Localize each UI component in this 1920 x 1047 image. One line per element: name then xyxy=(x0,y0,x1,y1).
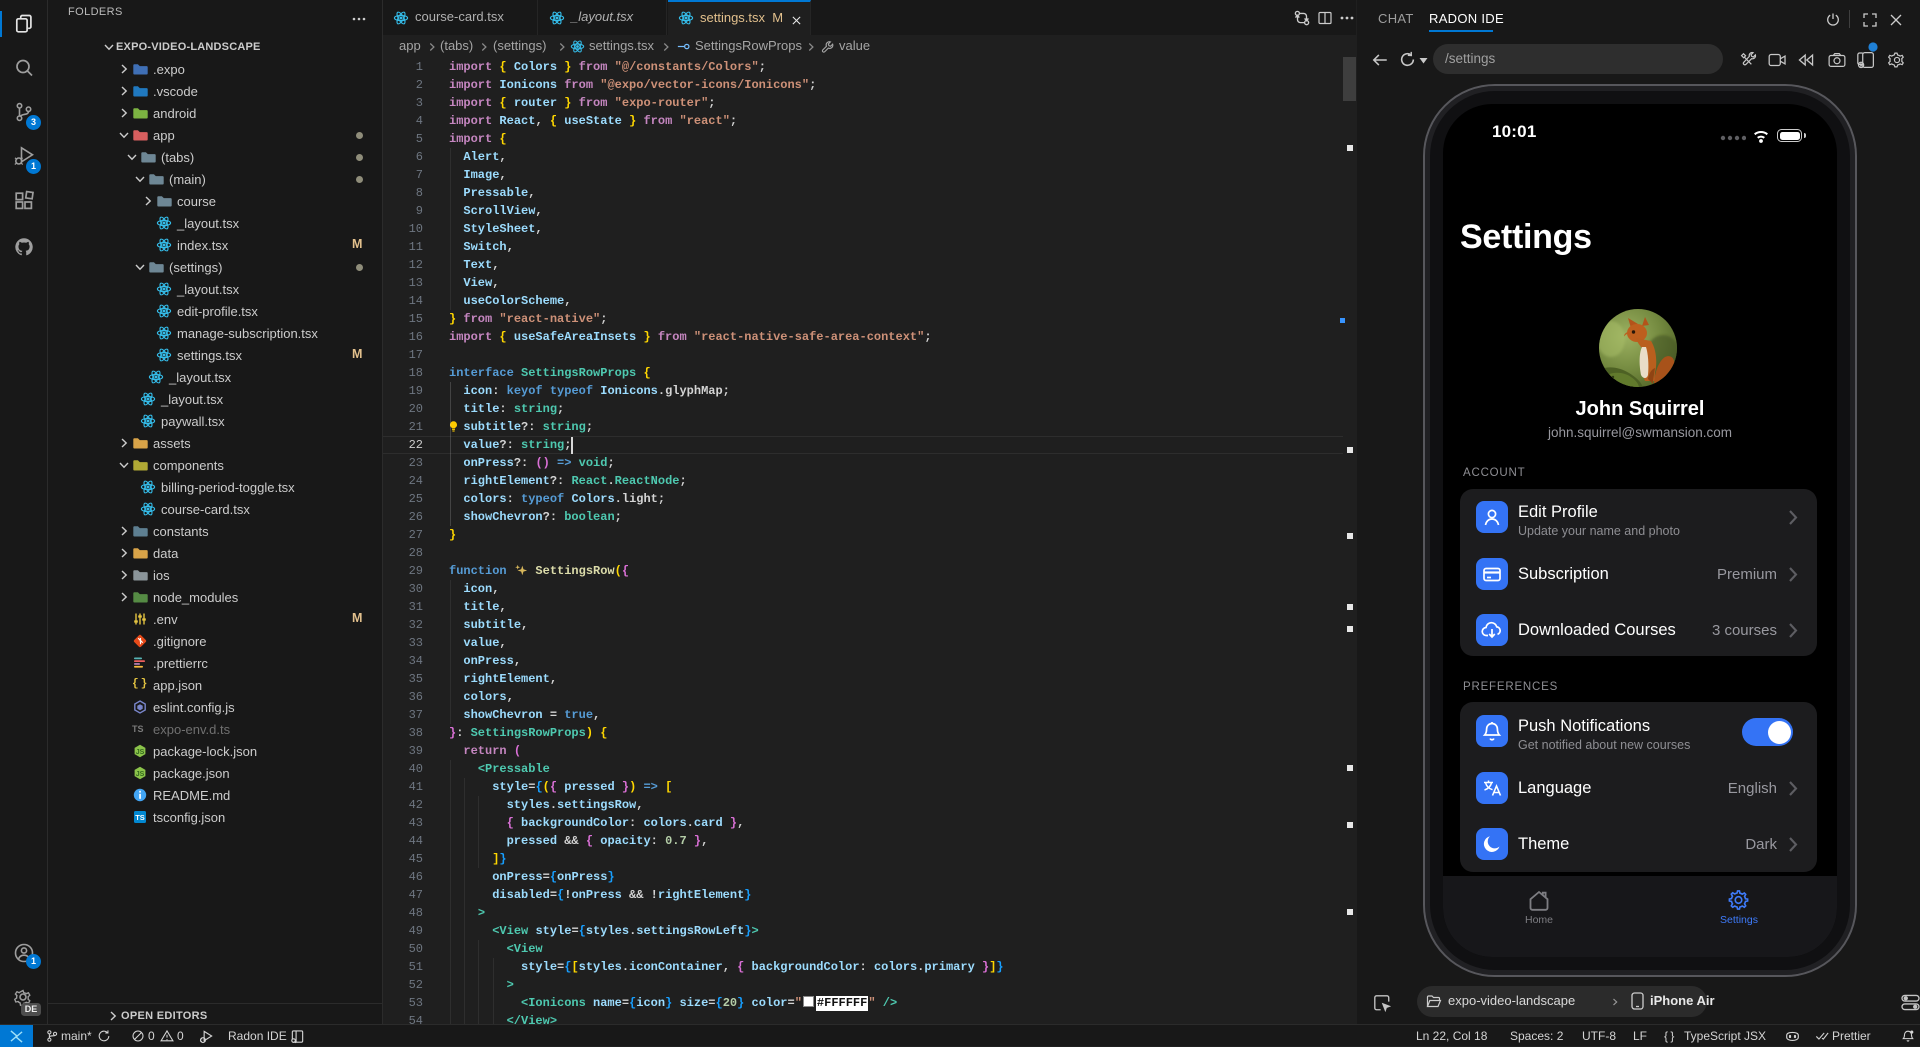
svg-text:TS: TS xyxy=(135,813,145,822)
svg-text:JS: JS xyxy=(136,749,145,756)
svg-text:JS: JS xyxy=(136,771,145,778)
